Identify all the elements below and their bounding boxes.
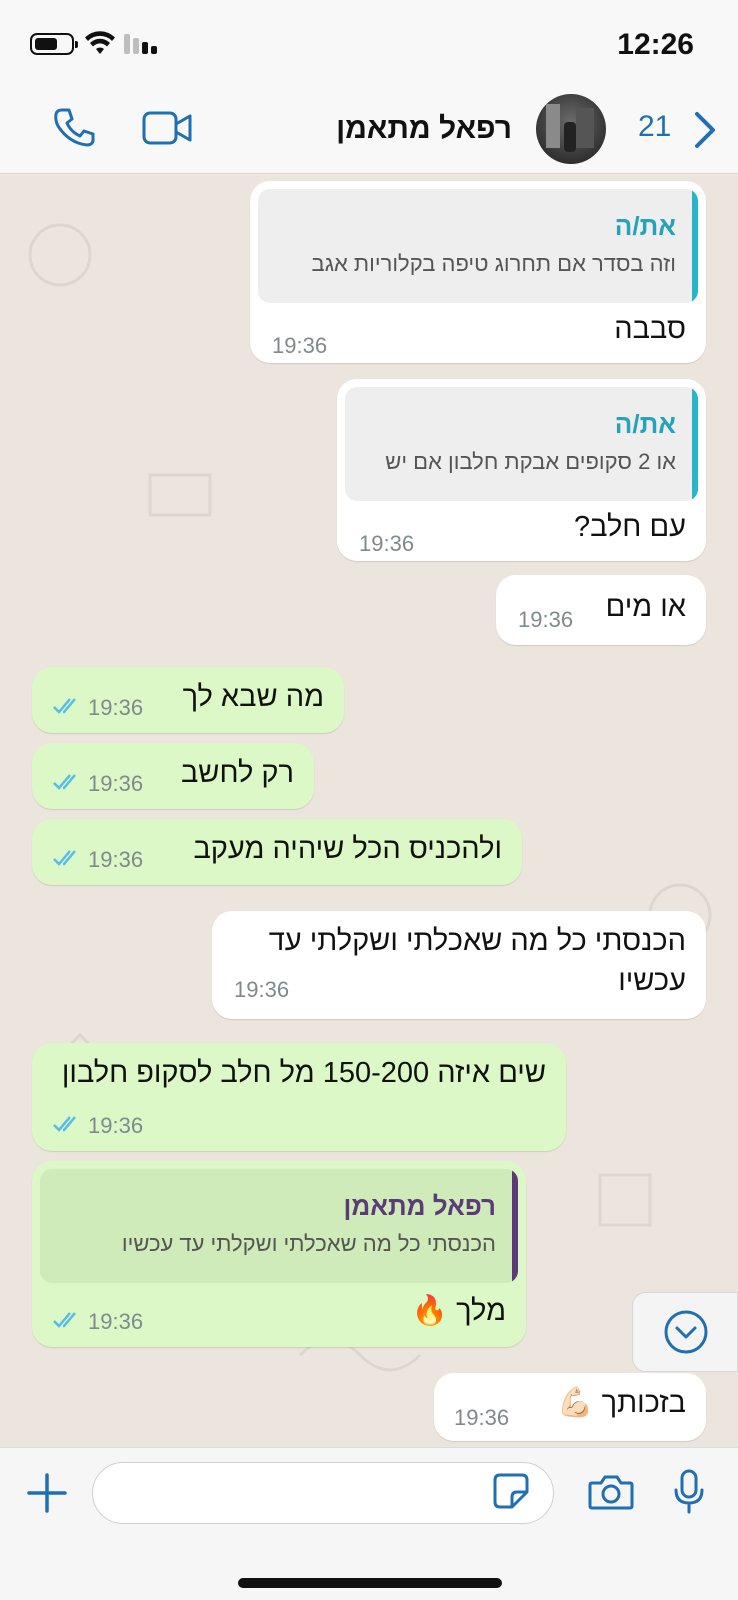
message-input[interactable] (92, 1462, 554, 1524)
message-time: 19:36 (518, 607, 574, 632)
read-ticks-icon (53, 774, 76, 790)
contact-name[interactable]: רפאל מתאמן (336, 112, 512, 146)
chat-area[interactable]: את/ה וזה בסדר אם תחרוג טיפה בקלוריות אגב… (0, 175, 738, 1447)
message-text: עם חלב? (574, 511, 686, 543)
message-time: 19:36 (359, 531, 415, 556)
quoted-message[interactable]: את/ה או 2 סקופים אבקת חלבון אם יש (345, 387, 698, 501)
message-time: 19:36 (88, 1113, 144, 1138)
message-text: או מים (605, 591, 686, 623)
wifi-icon (85, 31, 115, 54)
message-time: 19:36 (234, 977, 290, 1002)
message-text: הכנסתי כל מה שאכלתי ושקלתי עד עכשיו (268, 925, 686, 997)
quote-author: רפאל מתאמן (343, 1191, 496, 1221)
quote-text: הכנסתי כל מה שאכלתי ושקלתי עד עכשיו (121, 1231, 496, 1256)
battery-icon (30, 33, 78, 55)
message-text: שים איזה 150-200 מל חלב לסקופ חלבון (61, 1057, 546, 1089)
read-ticks-icon (53, 1312, 76, 1328)
message-time: 19:36 (88, 771, 144, 796)
read-ticks-icon (53, 698, 76, 714)
message-time: 19:36 (454, 1405, 510, 1430)
sticker-icon[interactable] (492, 1472, 530, 1510)
message-text: ולהכניס הכל שיהיה מעקב (193, 833, 502, 865)
message-bubble[interactable]: או מים 19:36 (496, 575, 706, 645)
message-bubble[interactable]: רפאל מתאמן הכנסתי כל מה שאכלתי ושקלתי עד… (32, 1161, 526, 1347)
message-time: 19:36 (88, 1309, 144, 1334)
chevron-right-icon[interactable] (692, 110, 718, 150)
plus-icon[interactable] (26, 1472, 68, 1514)
status-time: 12:26 (617, 28, 694, 61)
scroll-down-button[interactable] (632, 1292, 738, 1372)
message-text: סבבה (614, 313, 686, 345)
input-bar (0, 1447, 738, 1600)
message-bubble[interactable]: מה שבא לך 19:36 (32, 667, 344, 733)
phone-icon[interactable] (52, 106, 96, 150)
chat-header: רפאל מתאמן 21 (0, 88, 738, 174)
message-time: 19:36 (88, 847, 144, 872)
message-text: בזכותך 💪🏻 (557, 1387, 686, 1419)
quoted-message[interactable]: את/ה וזה בסדר אם תחרוג טיפה בקלוריות אגב (258, 189, 698, 303)
unread-count[interactable]: 21 (638, 110, 671, 144)
read-ticks-icon (53, 850, 76, 866)
mic-icon[interactable] (672, 1468, 706, 1516)
quote-author: את/ה (614, 409, 676, 439)
message-bubble[interactable]: רק לחשב 19:36 (32, 743, 314, 809)
quote-text: וזה בסדר אם תחרוג טיפה בקלוריות אגב (311, 251, 676, 276)
message-bubble[interactable]: את/ה או 2 סקופים אבקת חלבון אם יש עם חלב… (337, 379, 706, 561)
message-bubble[interactable]: שים איזה 150-200 מל חלב לסקופ חלבון 19:3… (32, 1043, 566, 1151)
message-text: מלך 🔥 (411, 1295, 506, 1327)
message-bubble[interactable]: ולהכניס הכל שיהיה מעקב 19:36 (32, 819, 522, 885)
avatar[interactable] (536, 94, 606, 164)
status-bar: 12:26 (0, 0, 738, 88)
camera-icon[interactable] (588, 1474, 634, 1510)
signal-icon (124, 34, 157, 54)
quote-text: או 2 סקופים אבקת חלבון אם יש (385, 449, 676, 474)
video-icon[interactable] (142, 110, 194, 146)
scroll-down-icon (664, 1310, 708, 1354)
message-time: 19:36 (272, 333, 328, 358)
read-ticks-icon (53, 1116, 76, 1132)
message-text: מה שבא לך (182, 681, 324, 713)
quote-author: את/ה (614, 211, 676, 241)
message-bubble[interactable]: בזכותך 💪🏻 19:36 (434, 1373, 706, 1441)
message-time: 19:36 (88, 695, 144, 720)
message-bubble[interactable]: את/ה וזה בסדר אם תחרוג טיפה בקלוריות אגב… (250, 181, 706, 363)
home-indicator (238, 1578, 502, 1588)
message-text: רק לחשב (180, 757, 294, 789)
message-bubble[interactable]: הכנסתי כל מה שאכלתי ושקלתי עד עכשיו 19:3… (212, 911, 706, 1019)
quoted-message[interactable]: רפאל מתאמן הכנסתי כל מה שאכלתי ושקלתי עד… (40, 1169, 518, 1283)
